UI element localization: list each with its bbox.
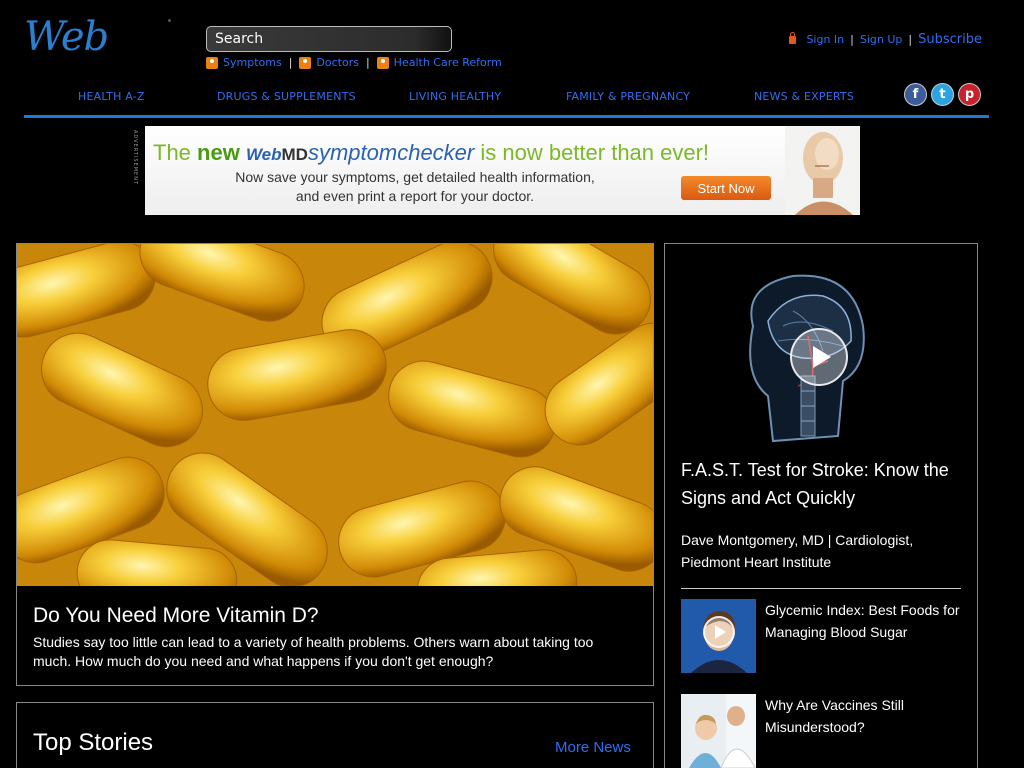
separator: |	[850, 33, 854, 46]
video-title[interactable]: F.A.S.T. Test for Stroke: Know the Signs…	[681, 456, 971, 512]
twitter-icon[interactable]: t	[931, 83, 954, 106]
feature-description: Studies say too little can lead to a var…	[33, 634, 594, 669]
divider	[681, 588, 961, 589]
person-icon	[206, 56, 218, 69]
separator: |	[365, 56, 370, 69]
ad-subtext-line2: and even print a report for your doctor.	[295, 188, 535, 204]
ad-brand-md: MD	[281, 145, 308, 164]
facebook-icon[interactable]: f	[904, 83, 927, 106]
subscribe-link[interactable]: Subscribe	[918, 32, 982, 47]
play-icon[interactable]	[790, 328, 848, 386]
ad-subtext: Now save your symptoms, get detailed hea…	[215, 168, 615, 206]
nav-drugs-supplements[interactable]: DRUGS & SUPPLEMENTS	[217, 90, 356, 103]
anatomy-head-image	[785, 126, 860, 215]
ad-headline-post: is now better than ever!	[474, 140, 710, 165]
top-stories-section: Top Stories More News	[16, 702, 654, 768]
ad-headline-new: new	[197, 140, 246, 165]
nav-living-healthy[interactable]: LIVING HEALTHY	[409, 90, 501, 103]
separator: |	[908, 33, 913, 46]
sidebar-story[interactable]: Glycemic Index: Best Foods for Managing …	[681, 599, 961, 675]
feature-title[interactable]: Do You Need More Vitamin D?	[33, 604, 319, 628]
ad-brand-web: Web	[245, 145, 282, 164]
search-input[interactable]	[206, 26, 452, 52]
quick-links: Symptoms | Doctors | Health Care Reform	[206, 56, 502, 69]
ad-label-text: ADVERTISEMENT	[132, 130, 138, 186]
nav-family-pregnancy[interactable]: FAMILY & PREGNANCY	[566, 90, 690, 103]
video-sidebar: F.A.S.T. Test for Stroke: Know the Signs…	[664, 243, 978, 768]
separator: |	[288, 56, 293, 69]
top-stories-heading: Top Stories	[33, 729, 154, 756]
video-author: Dave Montgomery, MD | Cardiologist, Pied…	[681, 532, 914, 570]
lock-icon	[789, 31, 797, 44]
ad-headline: The new WebMDsymptomchecker is now bette…	[153, 140, 709, 166]
feature-article[interactable]: Do You Need More Vitamin D? Studies say …	[16, 243, 654, 686]
play-icon[interactable]	[703, 616, 735, 648]
more-news-link[interactable]: More News	[555, 739, 631, 756]
symptom-checker-ad[interactable]: The new WebMDsymptomchecker is now bette…	[145, 126, 860, 215]
sidebar-story[interactable]: Why Are Vaccines Still Misunderstood?	[681, 694, 961, 768]
nav-divider	[24, 115, 989, 118]
pinterest-icon[interactable]: p	[958, 83, 981, 106]
sign-up-link[interactable]: Sign Up	[860, 33, 903, 46]
vitamin-capsules-image	[17, 244, 653, 586]
ad-label: ADVERTISEMENT	[128, 130, 140, 212]
sidebar-story-title[interactable]: Why Are Vaccines Still Misunderstood?	[765, 694, 965, 738]
main-nav: HEALTH A-Z DRUGS & SUPPLEMENTS LIVING HE…	[24, 86, 989, 116]
sidebar-story-title[interactable]: Glycemic Index: Best Foods for Managing …	[765, 599, 965, 643]
health-care-reform-link[interactable]: Health Care Reform	[394, 56, 502, 69]
ad-subtext-line1: Now save your symptoms, get detailed hea…	[235, 169, 595, 185]
doctors-link[interactable]: Doctors	[316, 56, 359, 69]
nav-news-experts[interactable]: NEWS & EXPERTS	[754, 90, 854, 103]
account-links: Sign In | Sign Up | Subscribe	[789, 31, 982, 47]
sign-in-link[interactable]: Sign In	[806, 33, 844, 46]
building-icon	[376, 56, 389, 69]
ad-headline-symptom: symptomchecker	[307, 140, 475, 165]
symptoms-link[interactable]: Symptoms	[223, 56, 282, 69]
nav-health-a-z[interactable]: HEALTH A-Z	[78, 90, 145, 103]
start-now-button[interactable]: Start Now	[681, 176, 771, 200]
doctor-icon	[299, 56, 312, 69]
site-logo[interactable]: Web	[24, 14, 109, 60]
ad-headline-pre: The	[153, 140, 198, 165]
vaccine-story-thumbnail[interactable]	[681, 694, 756, 768]
decorative-dot	[168, 19, 171, 22]
